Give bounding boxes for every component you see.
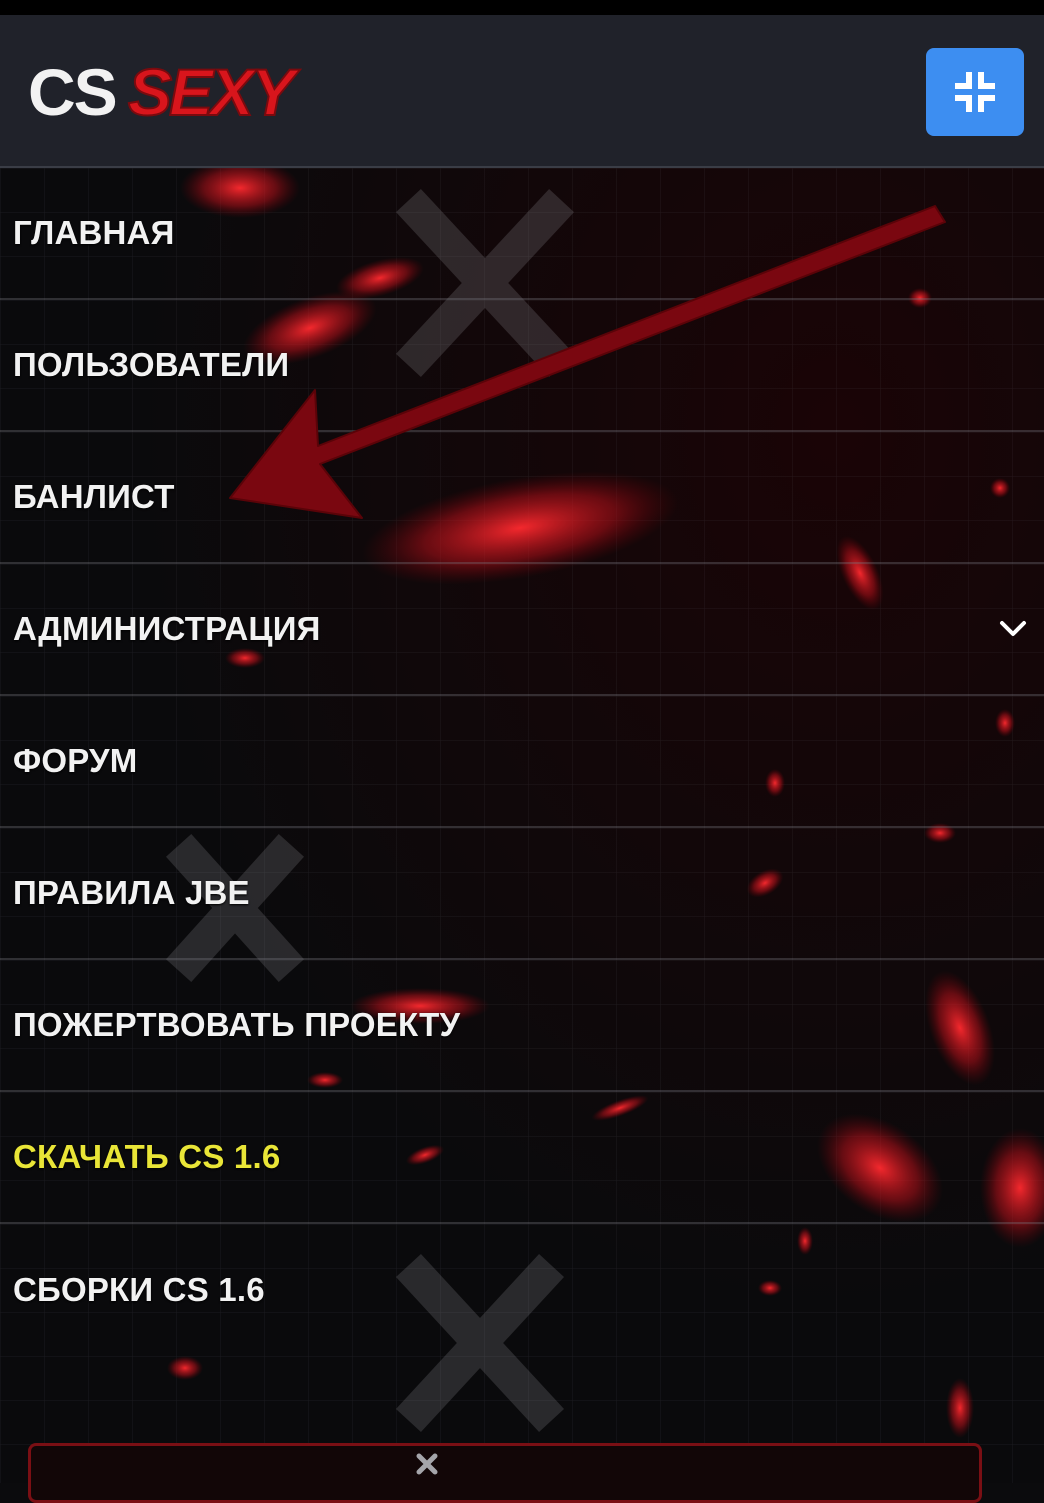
nav-item-administration[interactable]: АДМИНИСТРАЦИЯ [0, 564, 1044, 696]
svg-text:SEXY: SEXY [128, 59, 300, 123]
chevron-down-icon[interactable] [998, 615, 1028, 643]
site-logo[interactable]: CS SEXY [28, 54, 308, 130]
nav-item-label: ПОЖЕРТВОВАТЬ ПРОЕКТУ [13, 1006, 461, 1043]
collapse-icon [955, 72, 995, 112]
nav-item-home[interactable]: ГЛАВНАЯ [0, 168, 1044, 300]
close-icon[interactable] [411, 1448, 443, 1480]
nav-item-donate[interactable]: ПОЖЕРТВОВАТЬ ПРОЕКТУ [0, 960, 1044, 1092]
nav-item-label: ПОЛЬЗОВАТЕЛИ [13, 346, 290, 383]
status-bar [0, 0, 1044, 15]
nav-item-label: СБОРКИ CS 1.6 [13, 1271, 265, 1308]
nav-item-cs-builds[interactable]: СБОРКИ CS 1.6 [0, 1224, 1044, 1356]
svg-text:CS: CS [28, 59, 116, 123]
nav-item-forum[interactable]: ФОРУМ [0, 696, 1044, 828]
nav-item-users[interactable]: ПОЛЬЗОВАТЕЛИ [0, 300, 1044, 432]
nav-item-label: АДМИНИСТРАЦИЯ [13, 610, 321, 647]
nav-item-label: ФОРУМ [13, 742, 138, 779]
nav-item-label: СКАЧАТЬ CS 1.6 [13, 1138, 281, 1175]
nav-item-label: ПРАВИЛА JBE [13, 874, 250, 911]
main-navigation-menu: ГЛАВНАЯ ПОЛЬЗОВАТЕЛИ БАНЛИСТ АДМИНИСТРАЦ… [0, 168, 1044, 1356]
nav-item-rules-jbe[interactable]: ПРАВИЛА JBE [0, 828, 1044, 960]
nav-item-label: БАНЛИСТ [13, 478, 175, 515]
bottom-banner[interactable] [28, 1443, 982, 1503]
nav-item-label: ГЛАВНАЯ [13, 214, 175, 251]
nav-item-download-cs[interactable]: СКАЧАТЬ CS 1.6 [0, 1092, 1044, 1224]
nav-item-banlist[interactable]: БАНЛИСТ [0, 432, 1044, 564]
site-header: CS SEXY [0, 15, 1044, 168]
menu-collapse-button[interactable] [926, 48, 1024, 136]
